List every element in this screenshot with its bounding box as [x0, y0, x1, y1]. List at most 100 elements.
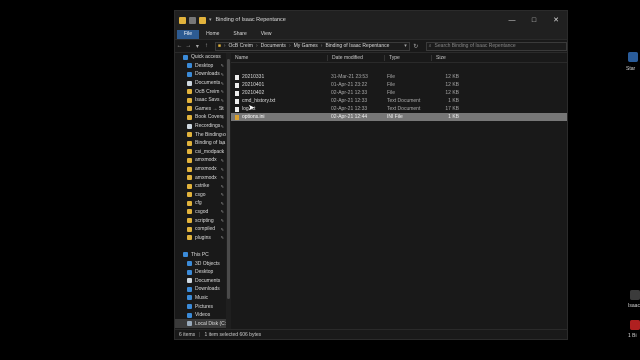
- title-bar[interactable]: ▾ Binding of Isaac Repentance — □ ✕: [175, 11, 567, 29]
- pictures-icon: [187, 304, 192, 310]
- text-file-icon: [235, 98, 239, 104]
- breadcrumb-item[interactable]: Binding of Isaac Repentance: [323, 43, 391, 49]
- sidebar-item[interactable]: Documents: [175, 276, 231, 285]
- folder-icon: [187, 140, 192, 146]
- sidebar-item-label: Isaac Savs: [195, 97, 220, 104]
- sidebar-item[interactable]: Binding of Isa ✎: [175, 139, 231, 148]
- pin-icon: ✎: [220, 106, 224, 112]
- sidebar-item[interactable]: Isaac Savs ✎: [175, 96, 231, 105]
- refresh-icon[interactable]: ↻: [410, 43, 422, 50]
- forward-arrow-icon[interactable]: →: [184, 43, 193, 49]
- sidebar-item[interactable]: amxmodx ✎: [175, 165, 231, 174]
- sidebar-item[interactable]: scripting ✎: [175, 216, 231, 225]
- desktop-shortcut-icon[interactable]: [630, 290, 640, 300]
- pin-icon: ✎: [220, 80, 224, 86]
- sidebar-item[interactable]: OcB Creim ✎: [175, 87, 231, 96]
- sidebar-item-label: OcB Creim: [195, 88, 220, 95]
- breadcrumb-item[interactable]: OcB Creim: [227, 43, 255, 49]
- column-date[interactable]: Date modified: [327, 54, 384, 61]
- breadcrumb-item[interactable]: My Games: [292, 43, 320, 49]
- chevron-down-icon[interactable]: ▾: [404, 43, 409, 49]
- sidebar-item-label: amxmodx: [195, 166, 217, 173]
- sidebar-item[interactable]: Quick access: [175, 53, 231, 62]
- minimize-button[interactable]: —: [501, 11, 523, 29]
- recent-chevron-icon[interactable]: ▾: [193, 43, 202, 50]
- new-folder-icon[interactable]: [199, 16, 206, 24]
- properties-icon[interactable]: [189, 16, 196, 24]
- file-name: options.ini: [242, 114, 265, 120]
- back-arrow-icon[interactable]: ←: [175, 43, 184, 49]
- file-row[interactable]: 20210402 02-Apr-21 12:33 File 12 KB: [231, 89, 567, 97]
- tab-file[interactable]: File: [177, 30, 200, 39]
- sidebar-item[interactable]: The Binding o ✎: [175, 130, 231, 139]
- sidebar-item-label: Local Disk (C:): [195, 320, 228, 327]
- folder-icon: [187, 106, 192, 112]
- up-arrow-icon[interactable]: ↑: [202, 43, 211, 49]
- sidebar-item[interactable]: Pictures: [175, 302, 231, 311]
- column-type[interactable]: Type: [384, 54, 431, 61]
- recordings-icon: [187, 123, 192, 129]
- maximize-button[interactable]: □: [523, 11, 545, 29]
- pc-icon: [183, 252, 188, 258]
- nav-scrollbar-thumb[interactable]: [227, 59, 230, 299]
- desktop-shortcut-label: Star: [626, 66, 636, 72]
- ribbon-tabs: File Home Share View: [175, 29, 567, 39]
- sidebar-item-label: 3D Objects: [195, 260, 220, 267]
- file-name: 20210401: [242, 82, 265, 88]
- sidebar-item[interactable]: csi_modpack ✎: [175, 148, 231, 157]
- breadcrumb-item[interactable]: Documents: [259, 43, 288, 49]
- pin-icon: ✎: [220, 166, 224, 172]
- file-row[interactable]: 20210401 01-Apr-21 23:22 File 12 KB: [231, 81, 567, 89]
- sidebar-item[interactable]: Downloads ✎: [175, 70, 231, 79]
- tab-home[interactable]: Home: [199, 30, 226, 39]
- sidebar-item[interactable]: Book Covers ✎: [175, 113, 231, 122]
- close-button[interactable]: ✕: [545, 11, 567, 29]
- column-name[interactable]: Name: [231, 55, 327, 61]
- sidebar-item[interactable]: 3D Objects: [175, 259, 231, 268]
- sidebar-item[interactable]: Music: [175, 294, 231, 303]
- sidebar-item[interactable]: Games → St ✎: [175, 105, 231, 114]
- file-name: 20210402: [242, 90, 265, 96]
- search-input[interactable]: ⌕ Search Binding of Isaac Repentance: [425, 41, 567, 51]
- sidebar-item[interactable]: Documents ✎: [175, 79, 231, 88]
- sidebar-item[interactable]: Local Disk (C:): [175, 319, 231, 328]
- chevron-down-icon[interactable]: ▾: [209, 17, 212, 23]
- folder-icon: [187, 175, 192, 181]
- file-row[interactable]: 20210331 31-Mar-21 23:53 File 12 KB: [231, 73, 567, 81]
- sidebar-item[interactable]: Downloads: [175, 285, 231, 294]
- documents-icon: [187, 278, 192, 284]
- file-row[interactable]: options.ini 02-Apr-21 12:44 INI File 1 KB: [231, 113, 567, 121]
- sidebar-item[interactable]: csgo ✎: [175, 191, 231, 200]
- folder-icon: [187, 183, 192, 189]
- sidebar-item[interactable]: amxmodx ✎: [175, 156, 231, 165]
- desktop-shortcut-icon[interactable]: [628, 52, 638, 62]
- sidebar-item[interactable]: plugins ✎: [175, 233, 231, 242]
- sidebar-item[interactable]: Recordings ✎: [175, 122, 231, 131]
- window-title: Binding of Isaac Repentance: [215, 17, 286, 23]
- folder-icon: ■: [217, 43, 221, 49]
- sidebar-item[interactable]: Desktop ✎: [175, 62, 231, 71]
- folder-icon: [187, 209, 192, 215]
- file-row[interactable]: cmd_history.txt 02-Apr-21 12:33 Text Docum…: [231, 97, 567, 105]
- sidebar-item[interactable]: csgod ✎: [175, 208, 231, 217]
- sidebar-item[interactable]: Desktop: [175, 268, 231, 277]
- sidebar-item[interactable]: This PC: [175, 251, 231, 260]
- pin-icon: ✎: [220, 157, 224, 163]
- sidebar-item[interactable]: cstrike ✎: [175, 182, 231, 191]
- sidebar-item[interactable]: amxmodx ✎: [175, 173, 231, 182]
- address-bar[interactable]: ■ › OcB Creim › Documents › My Games › B…: [214, 41, 410, 51]
- file-size: 12 KB: [445, 82, 459, 88]
- folder-icon: [187, 149, 192, 155]
- tab-view[interactable]: View: [254, 30, 279, 39]
- download-icon: [187, 71, 192, 77]
- column-size[interactable]: Size: [431, 54, 462, 61]
- file-type: Text Document: [387, 106, 421, 112]
- file-row[interactable]: log.txt 02-Apr-21 12:33 Text Document 17 KB: [231, 105, 567, 113]
- sidebar-item[interactable]: cfg ✎: [175, 199, 231, 208]
- sidebar-item[interactable]: Videos: [175, 311, 231, 320]
- desktop-shortcut-icon[interactable]: [630, 320, 640, 330]
- sidebar-item[interactable]: compiled ✎: [175, 225, 231, 234]
- file-date: 31-Mar-21 23:53: [331, 74, 368, 80]
- videos-icon: [187, 312, 192, 318]
- tab-share[interactable]: Share: [226, 30, 253, 39]
